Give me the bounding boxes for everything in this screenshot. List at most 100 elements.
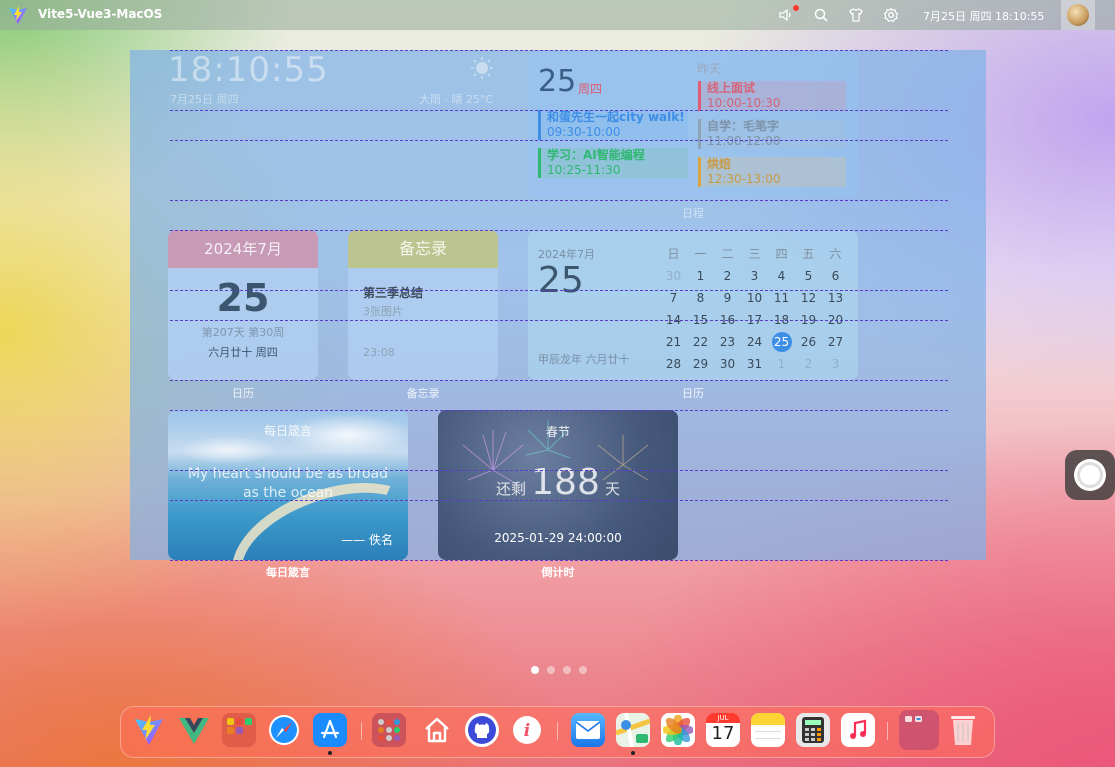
memo-note-sub: 3张图片 bbox=[363, 305, 403, 318]
calendar-day-cell[interactable]: 28 bbox=[660, 353, 687, 375]
vite-logo-icon[interactable] bbox=[8, 5, 28, 25]
mail-icon[interactable] bbox=[571, 713, 605, 747]
calendar-day-cell[interactable]: 1 bbox=[687, 265, 714, 287]
home-icon[interactable] bbox=[420, 713, 454, 747]
countdown-unit: 天 bbox=[604, 480, 620, 498]
quote-title: 每日箴言 bbox=[263, 424, 312, 438]
schedule-event[interactable]: 学习：AI智能编程 10:25-11:30 bbox=[538, 148, 688, 178]
folder-icon[interactable] bbox=[899, 710, 939, 750]
event-title: 学习：AI智能编程 bbox=[547, 148, 645, 162]
event-time: 10:25-11:30 bbox=[547, 163, 621, 177]
trash-icon[interactable] bbox=[946, 713, 980, 747]
calendar-icon-month: JUL bbox=[706, 713, 740, 723]
memo-widget[interactable]: 备忘录 第三季总结 3张图片 23:08 bbox=[348, 230, 498, 380]
calendar-day-cell[interactable]: 1 bbox=[768, 353, 795, 375]
month-calendar-lunar: 甲辰龙年 六月廿十 bbox=[538, 353, 630, 366]
yesterday-label: 昨天 bbox=[697, 62, 722, 76]
menu-bar-clock[interactable]: 7月25日 周四 18:10:55 bbox=[923, 8, 1044, 24]
guide-line bbox=[170, 50, 948, 51]
vue-icon[interactable] bbox=[177, 713, 211, 747]
calendar-widget[interactable]: 2024年7月 25 第207天 第30周 六月廿十 周四 bbox=[168, 230, 318, 380]
info-icon[interactable]: i bbox=[510, 713, 544, 747]
calendar-day-cell[interactable]: 3 bbox=[822, 353, 849, 375]
volume-icon[interactable] bbox=[778, 7, 794, 23]
weekday-header: 三 bbox=[748, 247, 761, 261]
schedule-event[interactable]: 线上面试 10:00-10:30 bbox=[698, 81, 846, 111]
calendar-day-cell[interactable]: 26 bbox=[795, 331, 822, 353]
calendar-day-cell[interactable]: 5 bbox=[795, 265, 822, 287]
guide-line bbox=[170, 140, 948, 141]
calendar-day-cell[interactable]: 6 bbox=[822, 265, 849, 287]
music-icon[interactable] bbox=[841, 713, 875, 747]
page-dot[interactable] bbox=[547, 666, 555, 674]
guide-line bbox=[170, 560, 948, 561]
calendar-info: 第207天 第30周 bbox=[201, 326, 285, 339]
dock-separator bbox=[887, 722, 888, 740]
memo-title: 备忘录 bbox=[348, 230, 498, 268]
calendar-day-cell[interactable]: 21 bbox=[660, 331, 687, 353]
settings-icon[interactable] bbox=[883, 7, 899, 23]
countdown-widget[interactable]: 春节 还剩 188 天 2025-01-29 24:00:00 bbox=[438, 410, 678, 560]
running-indicator bbox=[631, 751, 635, 755]
quote-widget[interactable]: 每日箴言 My heart should be as broad as the … bbox=[168, 410, 408, 560]
search-icon[interactable] bbox=[813, 7, 829, 23]
weekday-header: 二 bbox=[721, 247, 734, 261]
maps-icon[interactable] bbox=[616, 713, 650, 747]
calendar-day-cell[interactable]: 2 bbox=[714, 265, 741, 287]
page-dot[interactable] bbox=[579, 666, 587, 674]
page-dot[interactable] bbox=[563, 666, 571, 674]
assistive-touch-icon bbox=[1074, 459, 1106, 491]
calendar-day-cell[interactable]: 3 bbox=[741, 265, 768, 287]
calendar-day-cell[interactable]: 30 bbox=[660, 265, 687, 287]
calendar-day-cell[interactable]: 31 bbox=[741, 353, 768, 375]
user-avatar[interactable] bbox=[1061, 0, 1095, 30]
photos-icon[interactable] bbox=[661, 713, 695, 747]
event-title: 线上面试 bbox=[707, 81, 756, 95]
assistive-touch-button[interactable] bbox=[1065, 450, 1115, 500]
guide-line bbox=[170, 200, 948, 201]
calendar-day-cell[interactable]: 2 bbox=[795, 353, 822, 375]
calendar-day-cell[interactable]: 27 bbox=[822, 331, 849, 353]
calculator-icon[interactable] bbox=[796, 713, 830, 747]
guide-line bbox=[170, 110, 948, 111]
vite-icon[interactable] bbox=[132, 713, 166, 747]
weekday-header: 一 bbox=[694, 247, 707, 261]
github-icon[interactable] bbox=[465, 713, 499, 747]
calendar-day-cell[interactable]: 4 bbox=[768, 265, 795, 287]
countdown-value: 还剩 188 天 bbox=[438, 462, 678, 503]
memo-widget-label: 备忘录 bbox=[406, 387, 440, 400]
clock-widget-weather: 大雨 · 晴 25°C bbox=[419, 93, 494, 106]
event-time: 10:00-10:30 bbox=[707, 96, 781, 110]
app-title[interactable]: Vite5-Vue3-MacOS bbox=[38, 7, 162, 21]
shirt-icon[interactable] bbox=[848, 7, 864, 23]
schedule-event[interactable]: 自学：毛笔字 11:00-12:00 bbox=[698, 119, 846, 149]
calendar-icon[interactable]: JUL 17 bbox=[706, 713, 740, 747]
page-dot[interactable] bbox=[531, 666, 539, 674]
memo-time: 23:08 bbox=[363, 346, 395, 359]
countdown-date: 2025-01-29 24:00:00 bbox=[494, 531, 622, 545]
apps-folder-icon[interactable] bbox=[372, 713, 406, 747]
guide-line bbox=[170, 290, 948, 291]
schedule-event[interactable]: 和蛋先生一起city walk! 09:30-10:00 bbox=[538, 110, 688, 140]
app-store-icon[interactable] bbox=[313, 713, 347, 747]
schedule-event[interactable]: 烘焙 12:30-13:00 bbox=[698, 157, 846, 187]
calendar-day-cell[interactable]: 23 bbox=[714, 331, 741, 353]
calendar-widget-label: 日历 bbox=[232, 387, 254, 400]
event-title: 和蛋先生一起city walk! bbox=[547, 110, 685, 124]
calendar-day-cell[interactable]: 29 bbox=[687, 353, 714, 375]
calendar-day-cell[interactable]: 24 bbox=[741, 331, 768, 353]
notes-icon[interactable] bbox=[751, 713, 785, 747]
calendar-day-cell[interactable]: 25 bbox=[768, 331, 795, 353]
guide-line bbox=[170, 320, 948, 321]
quote-widget-label: 每日箴言 bbox=[266, 566, 310, 579]
event-title: 烘焙 bbox=[707, 157, 732, 171]
weekday-header: 日 bbox=[667, 247, 680, 261]
launchpad-folder-icon[interactable] bbox=[222, 713, 256, 747]
calendar-day-cell[interactable]: 30 bbox=[714, 353, 741, 375]
calendar-day-cell[interactable]: 22 bbox=[687, 331, 714, 353]
safari-icon[interactable] bbox=[267, 713, 301, 747]
dock-separator bbox=[361, 722, 362, 740]
calendar-icon-day: 17 bbox=[711, 723, 735, 744]
dock-separator bbox=[557, 722, 558, 740]
schedule-widget-label: 日程 bbox=[682, 207, 704, 220]
